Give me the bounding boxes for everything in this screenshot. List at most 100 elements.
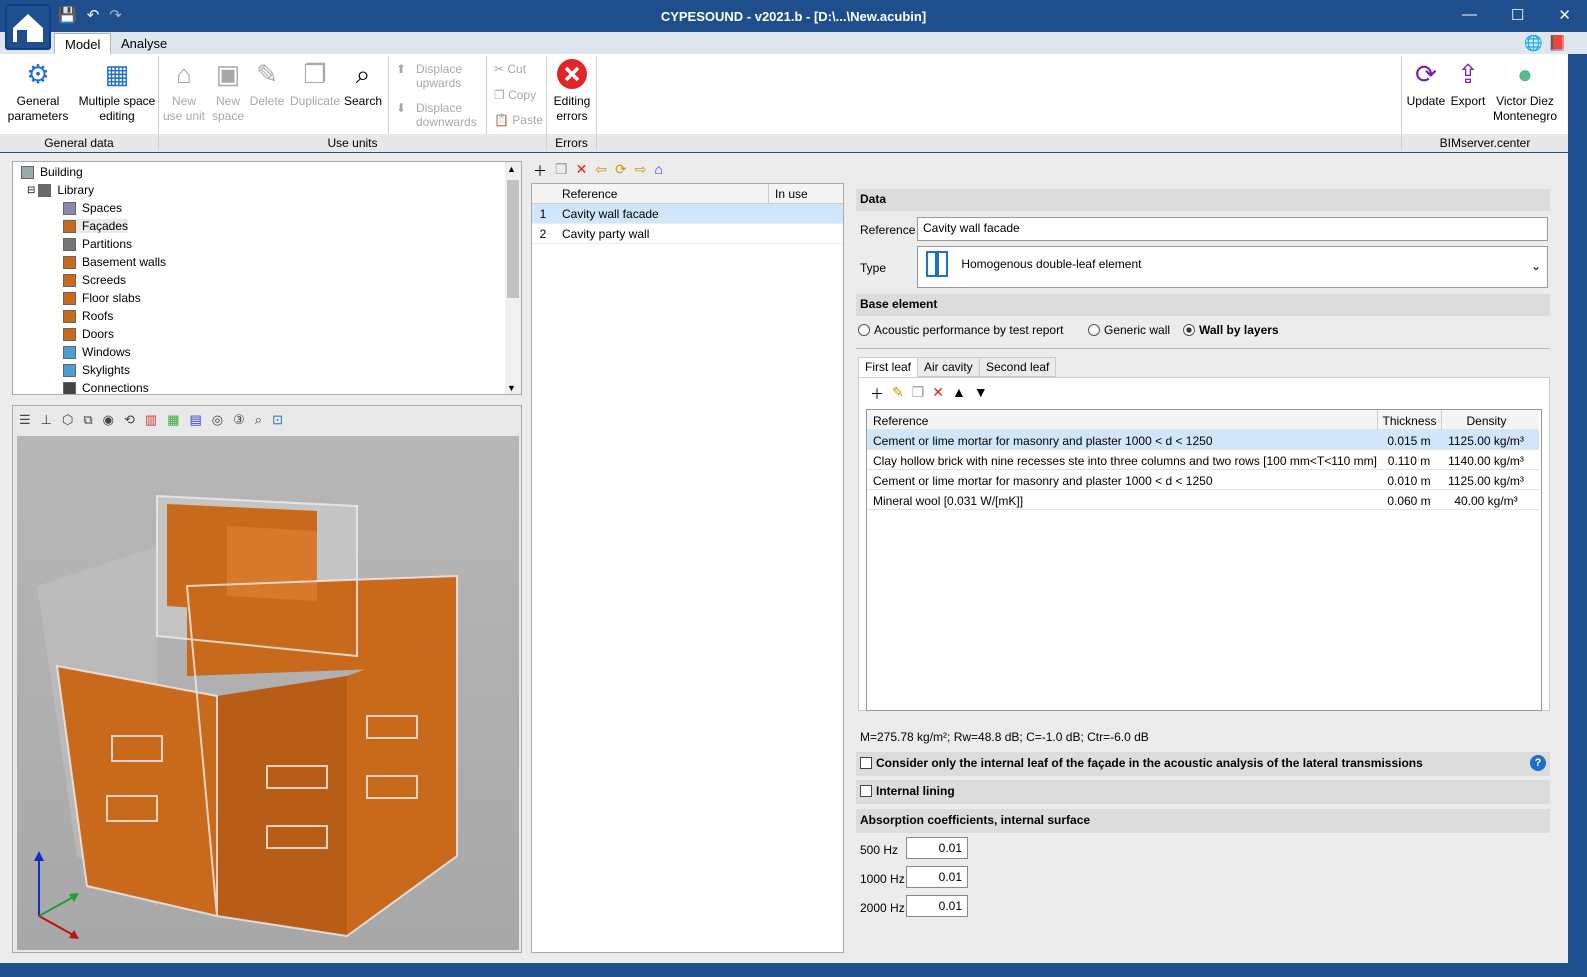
viewport-toolbar: ☰ ⊥ ⬡ ⧉ ◉ ⟲ ▥ ▦ ▤ ◎ ③ ⌕ ⊡ (13, 406, 523, 434)
user-button[interactable]: ● Victor Diez Montenegro (1490, 58, 1560, 124)
globe-icon[interactable]: 🌐 (1524, 34, 1543, 52)
type-select[interactable]: Homogenous double-leaf element ⌄ (917, 246, 1548, 288)
tree-item-windows[interactable]: Windows (63, 345, 131, 359)
multiple-space-editing-button[interactable]: ▦ Multiple space editing (78, 58, 156, 124)
delete-button[interactable]: ✎ Delete (248, 58, 286, 109)
paste-label: Paste (512, 113, 543, 127)
tree-scrollbar[interactable]: ▲ ▼ (505, 162, 521, 394)
search-button[interactable]: ⌕ Search (344, 58, 382, 109)
maximize-button[interactable]: ☐ (1511, 6, 1524, 24)
tree-item-skylights[interactable]: Skylights (63, 363, 130, 377)
move-down-icon[interactable]: ▼ (974, 384, 988, 404)
absorption-input[interactable]: 0.01 (906, 837, 968, 859)
3d-mode-icon[interactable]: ③ (233, 412, 245, 428)
book-icon[interactable]: 📕 (1548, 34, 1567, 52)
library-icon (38, 183, 52, 197)
plane-icon[interactable]: ▦ (167, 412, 179, 428)
tree-label: Connections (82, 381, 149, 395)
delete-icon[interactable]: ✕ (576, 161, 588, 181)
tree-item-building[interactable]: Building (21, 165, 83, 179)
layer-row[interactable]: Clay hollow brick with nine recesses ste… (867, 450, 1539, 470)
zoom-window-icon[interactable]: ⊡ (272, 412, 283, 428)
general-parameters-button[interactable]: ⚙ General parameters (6, 58, 70, 124)
layer-row[interactable]: Mineral wool [0.031 W/[mK]] 0.060 m 40.00 … (867, 490, 1539, 510)
minimize-button[interactable]: — (1462, 6, 1477, 24)
scroll-thumb[interactable] (507, 180, 519, 298)
layer-row[interactable]: Cement or lime mortar for masonry and pl… (867, 470, 1539, 490)
close-button[interactable]: ✕ (1558, 6, 1571, 24)
export-button[interactable]: ⇪ Export (1448, 58, 1488, 109)
consider-internal-checkbox[interactable]: Consider only the internal leaf of the f… (856, 752, 1550, 776)
refresh-icon[interactable]: ⟳ (615, 161, 627, 181)
orbit-icon[interactable]: ⟲ (124, 412, 135, 428)
scroll-up-icon[interactable]: ▲ (507, 164, 516, 174)
help-icon[interactable]: ? (1530, 755, 1546, 771)
building-model-image (34, 494, 458, 939)
visibility-icon[interactable]: ◎ (212, 412, 223, 428)
model-canvas[interactable] (17, 436, 519, 950)
new-use-unit-button[interactable]: ⌂ New use unit (162, 58, 206, 124)
tree-item-roofs[interactable]: Roofs (63, 309, 113, 323)
copy-label: Copy (508, 88, 537, 102)
internal-lining-checkbox[interactable]: Internal lining (856, 780, 1550, 804)
displace-downwards-button[interactable]: ⬇ Displace downwards (396, 101, 484, 129)
scroll-down-icon[interactable]: ▼ (507, 383, 516, 393)
copy-button[interactable]: ❐ Copy (494, 88, 536, 102)
list-row[interactable]: 2 Cavity party wall (532, 224, 843, 244)
main-area: Building ⊟ Library Spaces Façades Partiti… (0, 153, 1568, 963)
tab-air-cavity[interactable]: Air cavity (917, 357, 980, 377)
views-icon[interactable]: ⧉ (83, 412, 92, 428)
tree-item-facades[interactable]: Façades (63, 219, 129, 233)
list-row[interactable]: 1 Cavity wall facade (532, 204, 843, 224)
tab-model[interactable]: Model (54, 33, 112, 54)
tree-item-connections[interactable]: Connections (63, 381, 149, 395)
cube-icon[interactable]: ⬡ (62, 412, 73, 428)
import-icon[interactable]: ⇦ (595, 161, 607, 181)
absorption-input[interactable]: 0.01 (906, 895, 968, 917)
axes-icon[interactable]: ⊥ (41, 412, 52, 428)
edit-icon[interactable]: ✎ (892, 384, 904, 404)
tab-first-leaf[interactable]: First leaf (858, 357, 919, 377)
displace-upwards-button[interactable]: ⬆ Displace upwards (396, 62, 484, 90)
export-icon[interactable]: ⇨ (635, 161, 647, 181)
acoustic-results: M=275.78 kg/m²; Rw=48.8 dB; C=-1.0 dB; C… (860, 730, 1149, 744)
radio-generic-wall[interactable]: Generic wall (1088, 323, 1170, 337)
zoom-icon[interactable]: ⌕ (255, 412, 262, 428)
ribbon: ⚙ General parameters ▦ Multiple space edit… (0, 54, 1568, 152)
delete-icon[interactable]: ✕ (932, 384, 944, 404)
tab-second-leaf[interactable]: Second leaf (979, 357, 1057, 377)
absorption-input[interactable]: 0.01 (906, 866, 968, 888)
tree-item-screeds[interactable]: Screeds (63, 273, 126, 287)
building-icon[interactable]: ⌂ (655, 161, 663, 181)
editing-errors-button[interactable]: Editing errors (550, 58, 594, 124)
tab-analyse[interactable]: Analyse (111, 33, 177, 54)
tree-item-basement-walls[interactable]: Basement walls (63, 255, 166, 269)
tree-item-floor-slabs[interactable]: Floor slabs (63, 291, 141, 305)
add-icon[interactable]: ＋ (870, 384, 884, 404)
move-up-icon[interactable]: ▲ (952, 384, 966, 404)
cut-button[interactable]: ✂ Cut (494, 62, 526, 76)
tree-item-spaces[interactable]: Spaces (63, 201, 122, 215)
add-icon[interactable]: ＋ (533, 161, 547, 181)
layers-icon[interactable]: ☰ (19, 412, 31, 428)
new-space-button[interactable]: ▣ New space (210, 58, 246, 124)
group-label-errors: Errors (547, 134, 596, 152)
section-icon[interactable]: ▥ (145, 412, 157, 428)
grid-icon[interactable]: ▤ (189, 412, 201, 428)
radio-wall-by-layers[interactable]: Wall by layers (1183, 323, 1279, 337)
tree-item-doors[interactable]: Doors (63, 327, 114, 341)
layer-row[interactable]: Cement or lime mortar for masonry and pl… (867, 430, 1539, 450)
radio-test-report[interactable]: Acoustic performance by test report (858, 323, 1063, 337)
duplicate-button[interactable]: ❐ Duplicate (288, 58, 342, 109)
tree-item-library[interactable]: ⊟ Library (27, 183, 94, 197)
tree-item-partitions[interactable]: Partitions (63, 237, 132, 251)
row-reference: Cavity party wall (562, 227, 650, 241)
reference-input[interactable]: Cavity wall facade (917, 217, 1548, 241)
duplicate-icon[interactable]: ❐ (912, 384, 925, 404)
paste-button[interactable]: 📋 Paste (494, 113, 543, 127)
search-icon: ⌕ (355, 59, 371, 89)
app-logo-icon[interactable] (5, 4, 51, 50)
duplicate-icon[interactable]: ❐ (555, 161, 568, 181)
update-button[interactable]: ⟳ Update (1404, 58, 1448, 109)
eye-icon[interactable]: ◉ (103, 412, 114, 428)
